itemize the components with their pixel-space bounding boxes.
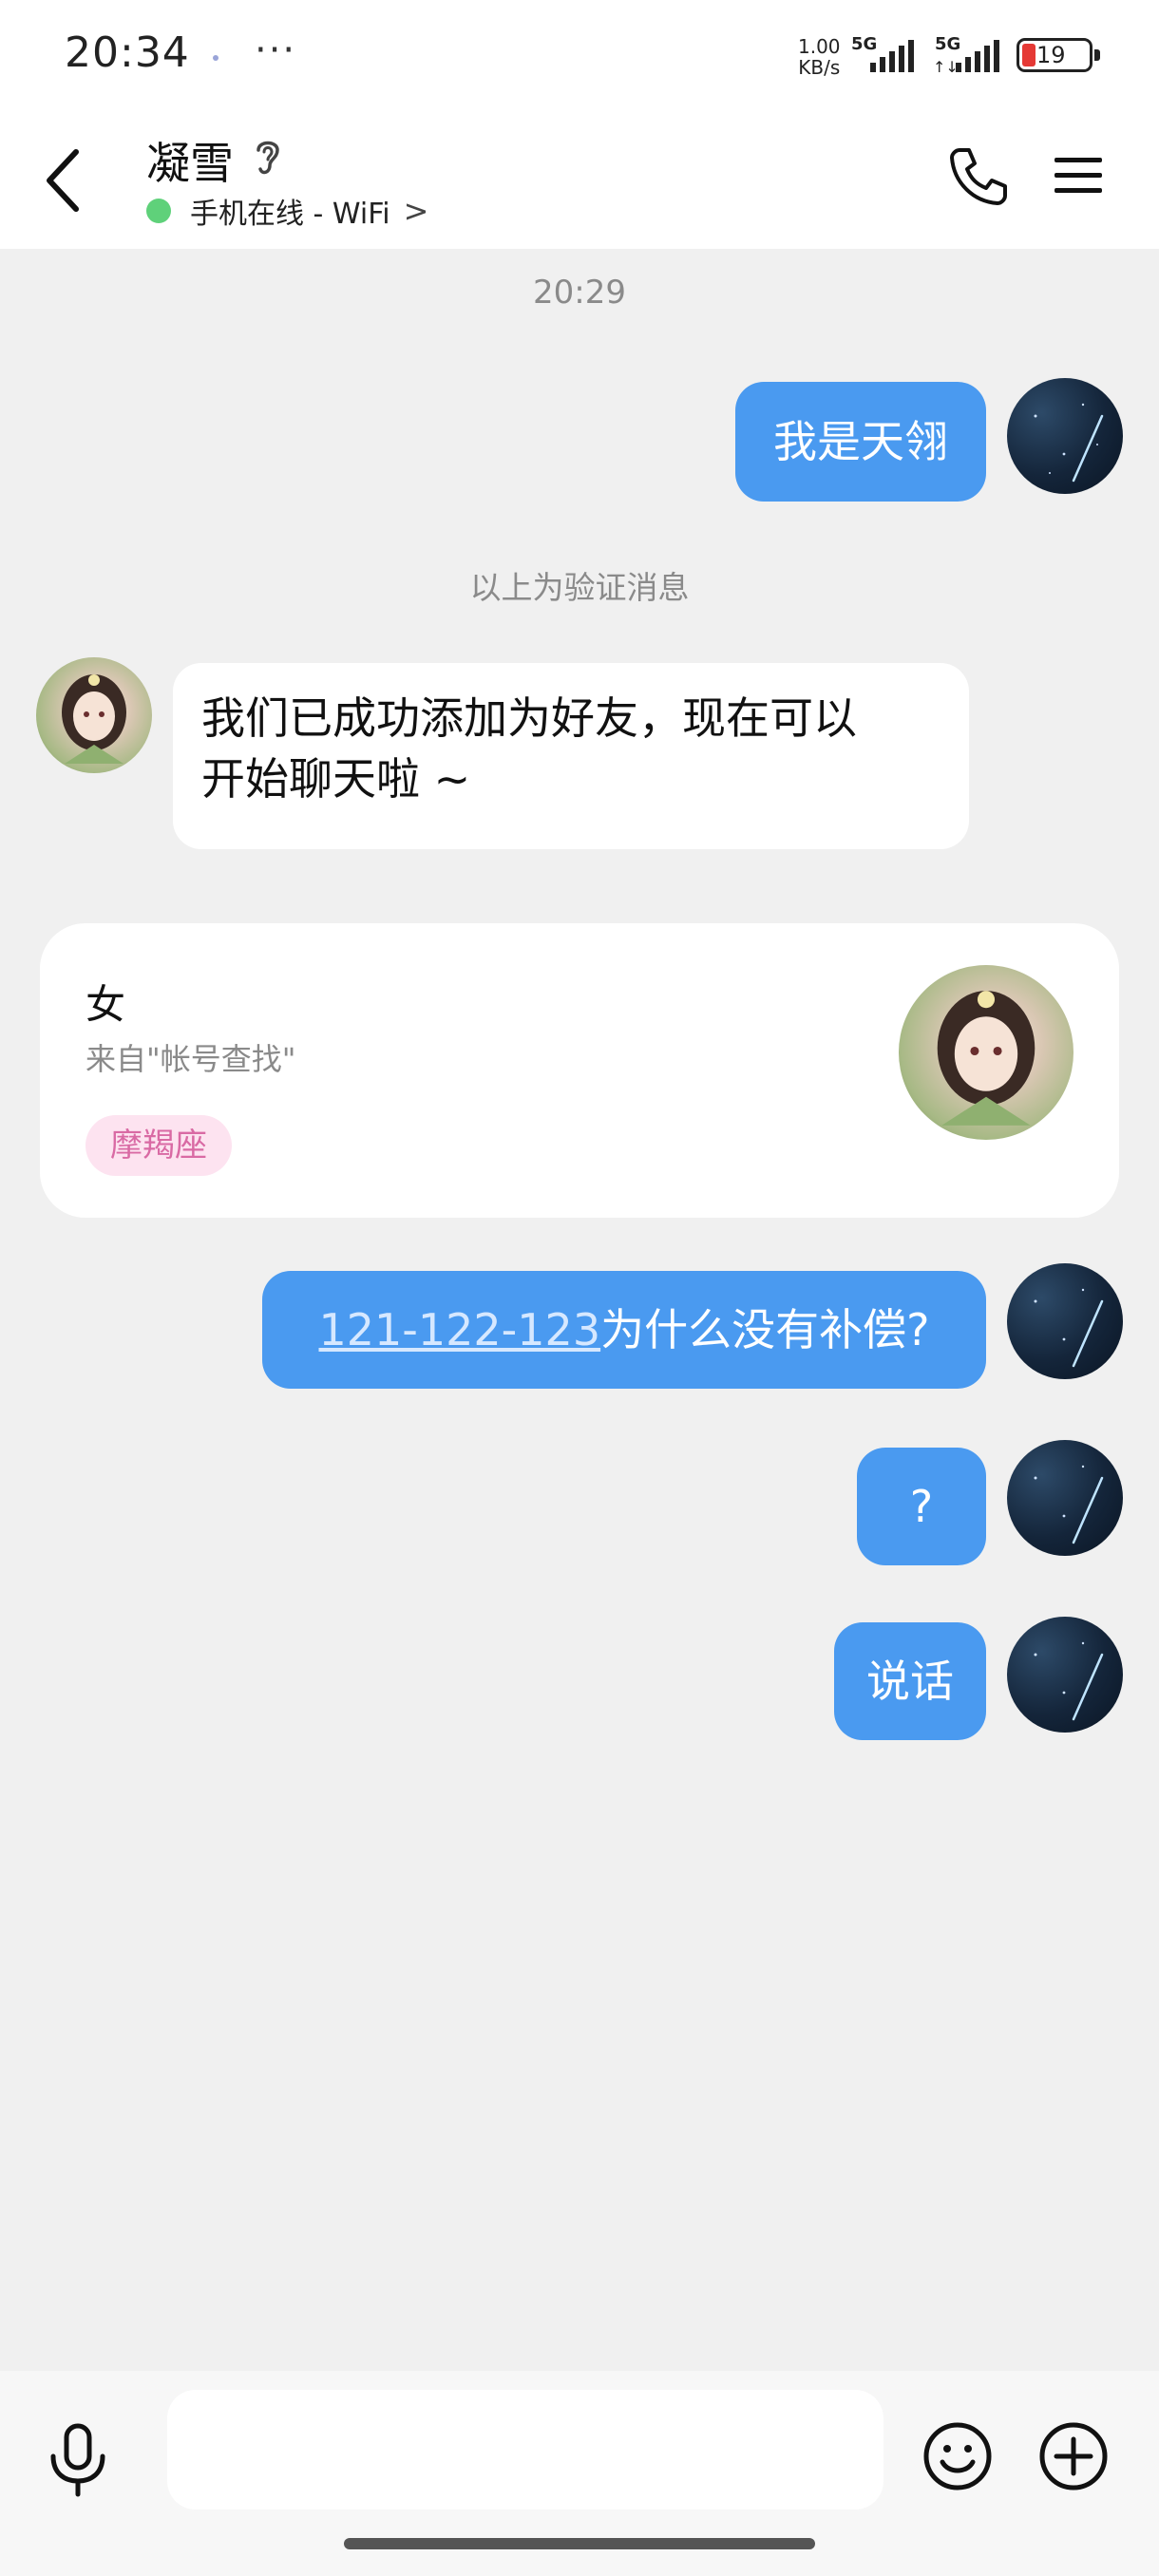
chevron-right-icon: > [403,193,429,229]
verification-note: 以上为验证消息 [469,569,690,606]
online-status: 手机在线 - WiFi [190,198,390,231]
avatar-self[interactable] [1007,1617,1123,1733]
zodiac-tag: 摩羯座 [86,1115,232,1176]
phone-number-link[interactable]: 121-122-123 [318,1299,600,1360]
microphone-icon[interactable] [44,2422,112,2498]
starry-sky-image [1034,1641,1104,1721]
battery-icon: 19 [1016,38,1100,72]
network-speed-value: 1.00 [798,35,841,58]
message-text-line2: 开始聊天啦 ~ [201,753,471,805]
signal-5g-icon: 5G [851,34,914,72]
message-input[interactable] [167,2390,884,2510]
input-bar [0,2371,1159,2576]
message-text: ? [909,1481,934,1532]
battery-fill [1022,44,1036,66]
svg-text:↑↓: ↑↓ [933,58,959,76]
status-dot [213,55,218,61]
menu-icon[interactable] [1053,154,1104,198]
emoji-icon[interactable] [922,2420,994,2492]
profile-card[interactable]: 女 来自"帐号查找" 摩羯座 [40,923,1119,1218]
home-indicator[interactable] [344,2538,815,2549]
message-timestamp: 20:29 [533,274,626,312]
chat-header: 凝雪 手机在线 - WiFi > [0,114,1159,249]
network-type-label-2: 5G [935,34,960,54]
starry-sky-image [1034,403,1104,483]
profile-source: 来自"帐号查找" [86,1041,296,1077]
status-bar: 20:34 ··· 1.00 KB/s 5G 5G ↑↓ 19 [0,0,1159,114]
network-speed-unit: KB/s [798,56,841,79]
plus-icon[interactable] [1037,2420,1110,2492]
profile-avatar[interactable] [899,965,1074,1140]
avatar-self[interactable] [1007,1440,1123,1556]
message-bubble-self[interactable]: ? [857,1448,986,1565]
starry-sky-image [1034,1288,1104,1368]
ear-icon[interactable] [251,135,285,179]
battery-level: 19 [1036,42,1066,68]
avatar-self[interactable] [1007,378,1123,494]
message-bubble-self[interactable]: 说话 [834,1622,986,1740]
anime-girl-image [62,674,126,764]
online-indicator [146,199,171,223]
network-speed: 1.00 KB/s [798,36,841,78]
message-text: 说话 [866,1656,954,1707]
profile-gender: 女 [86,981,126,1028]
avatar-friend[interactable] [36,657,152,773]
message-text: 为什么没有补偿? [600,1304,930,1355]
back-icon[interactable] [34,142,101,218]
network-type-label: 5G [851,34,877,54]
status-more-icon: ··· [255,28,297,72]
avatar-self[interactable] [1007,1263,1123,1379]
contact-name[interactable]: 凝雪 [146,129,234,192]
starry-sky-image [1034,1465,1104,1544]
message-bubble-self[interactable]: 我是天翎 [735,382,986,502]
status-time: 20:34 [65,28,190,77]
signal-5g-icon-2: 5G ↑↓ [933,34,999,76]
online-status-row[interactable]: 手机在线 - WiFi > [146,192,429,231]
anime-girl-image [937,991,1036,1126]
message-bubble-self[interactable]: 121-122-123 为什么没有补偿? [262,1271,986,1389]
phone-icon[interactable] [946,144,1009,207]
message-text: 我是天翎 [773,416,948,467]
message-text-line1: 我们已成功添加为好友，现在可以 [201,692,857,744]
message-bubble-friend[interactable]: 我们已成功添加为好友，现在可以 开始聊天啦 ~ [173,663,969,849]
